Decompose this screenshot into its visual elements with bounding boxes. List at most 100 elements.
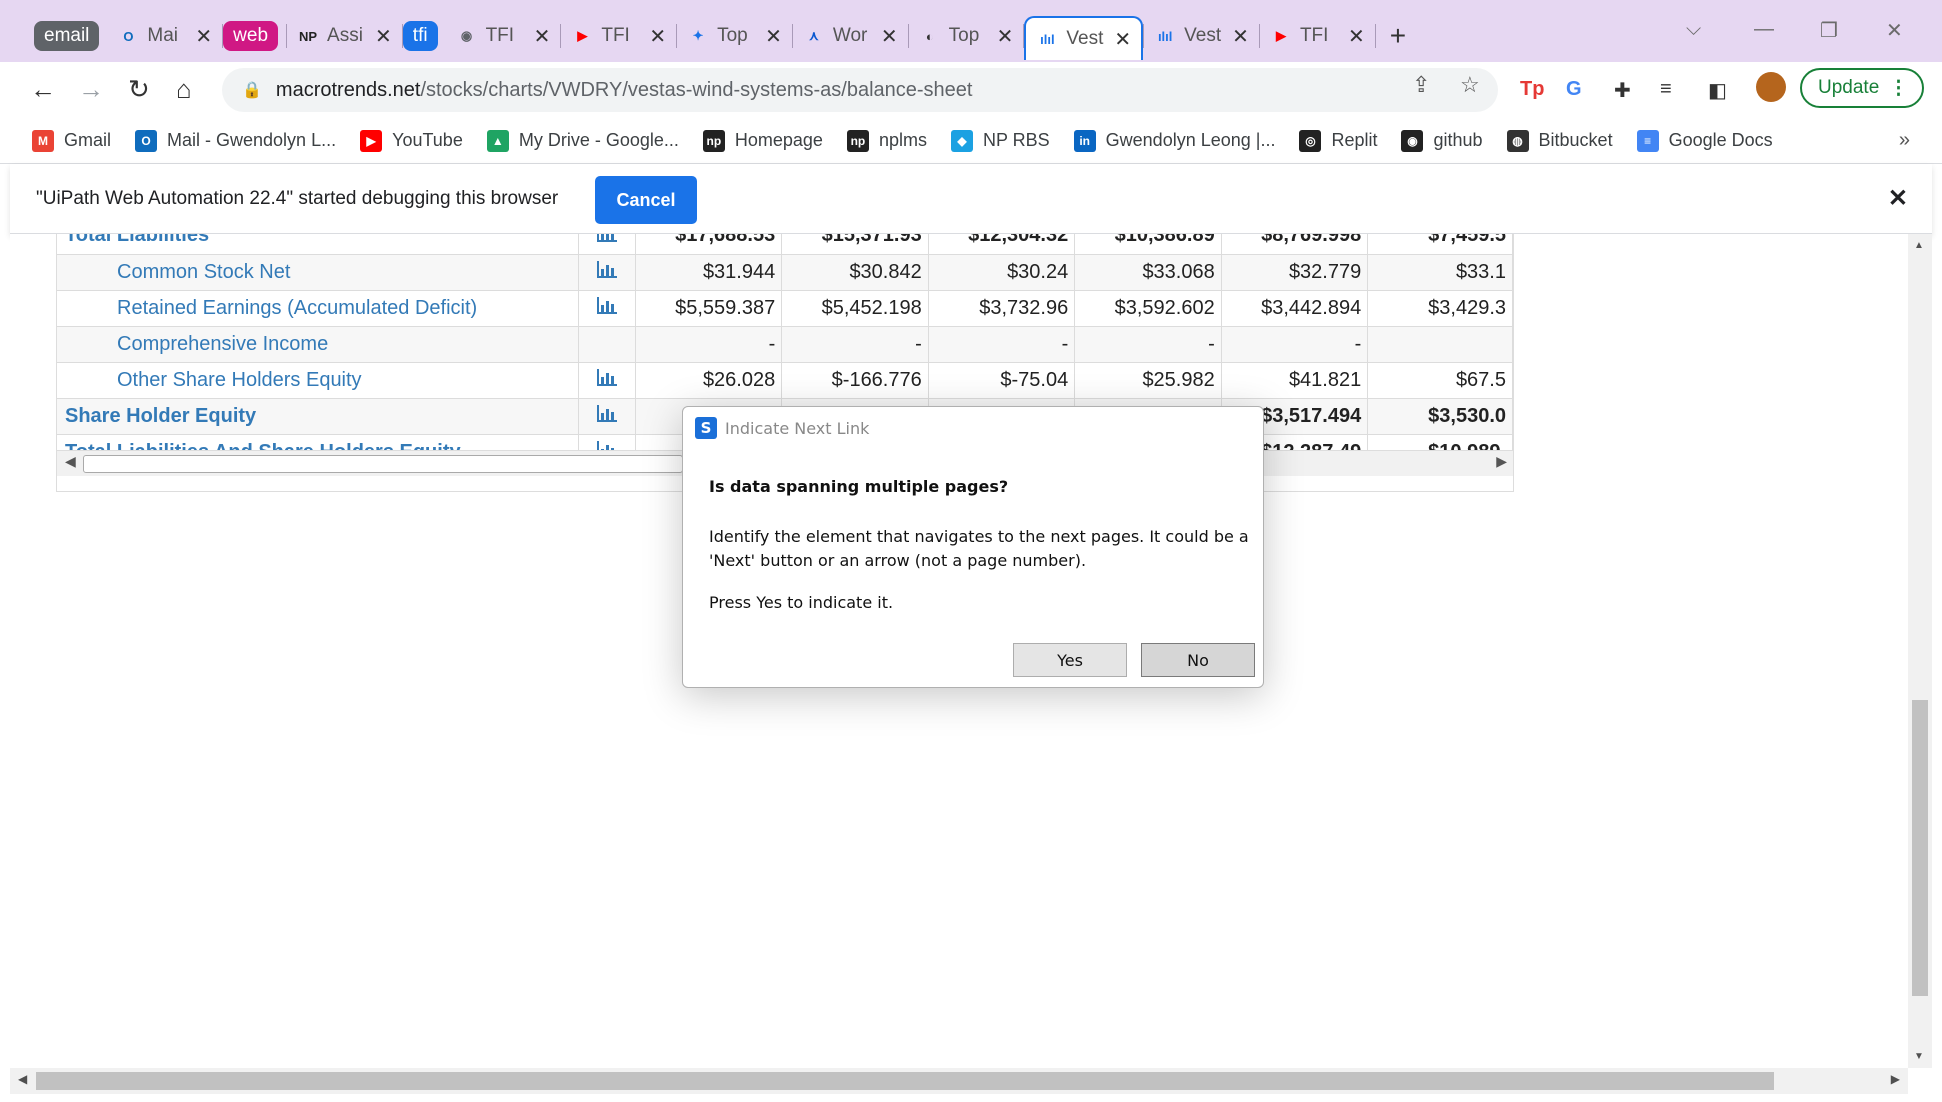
bookmark-item[interactable]: ▶ YouTube — [360, 129, 463, 152]
browser-tab[interactable]: ◉ TFI ✕ — [446, 16, 561, 56]
close-tab-icon[interactable]: ✕ — [649, 24, 666, 49]
bookmark-item[interactable]: ≡ Google Docs — [1636, 129, 1773, 152]
row-label-link[interactable]: Common Stock Net — [57, 254, 579, 291]
scroll-left-icon[interactable]: ◀ — [65, 453, 76, 470]
close-tab-icon[interactable]: ✕ — [1348, 24, 1365, 49]
bar-chart-icon[interactable] — [595, 295, 619, 315]
browser-tab[interactable]: NP Assi ✕ — [287, 16, 402, 56]
browser-tab[interactable]: O Mai ✕ — [107, 16, 222, 56]
bookmark-item[interactable]: ◎ Replit — [1299, 129, 1377, 152]
page-scroll-left-icon[interactable]: ◀ — [18, 1072, 27, 1086]
bookmark-star-icon[interactable]: ☆ — [1460, 72, 1480, 98]
scroll-up-icon[interactable]: ▲ — [1914, 240, 1924, 251]
restore-icon[interactable]: ❐ — [1820, 18, 1838, 43]
row-label-link[interactable]: Share Holder Equity — [57, 398, 579, 435]
table-row: Total Liabilities $17,688.53 $15,371.93 $12… — [57, 234, 1513, 255]
side-panel-icon[interactable]: ◧ — [1708, 78, 1727, 103]
browser-tab[interactable]: ▶ TFI ✕ — [1260, 16, 1375, 56]
close-tab-icon[interactable]: ✕ — [375, 24, 392, 49]
chart-cell — [578, 254, 636, 291]
scroll-down-icon[interactable]: ▼ — [1914, 1051, 1924, 1062]
bar-chart-icon[interactable] — [595, 234, 619, 243]
table-scroll-thumb[interactable] — [83, 455, 683, 473]
row-label-link[interactable]: Total Liabilities — [57, 234, 579, 255]
value-cell: $3,732.96 — [928, 290, 1076, 327]
bookmark-item[interactable]: O Mail - Gwendolyn L... — [135, 129, 336, 152]
close-infobar-icon[interactable]: ✕ — [1888, 184, 1908, 213]
value-cell: - — [1074, 326, 1222, 363]
bar-chart-icon[interactable] — [595, 259, 619, 279]
page-vertical-scrollbar[interactable]: ▲ ▼ — [1908, 234, 1932, 1068]
browser-tab[interactable]: ılıl Vest ✕ — [1024, 16, 1144, 60]
bookmark-item[interactable]: ◍ Bitbucket — [1506, 129, 1613, 152]
close-tab-icon[interactable]: ✕ — [1232, 24, 1249, 49]
bookmark-item[interactable]: ◆ NP RBS — [950, 129, 1050, 152]
no-button[interactable]: No — [1141, 643, 1255, 677]
value-cell: $3,429.3 — [1367, 290, 1513, 327]
tab-group-chip[interactable]: tfi — [402, 21, 438, 51]
bar-chart-icon[interactable] — [595, 403, 619, 423]
bookmark-item[interactable]: np Homepage — [702, 129, 823, 152]
cancel-debugging-button[interactable]: Cancel — [595, 176, 697, 224]
yes-button[interactable]: Yes — [1013, 643, 1127, 677]
minimize-icon[interactable]: — — [1754, 18, 1774, 41]
home-icon[interactable]: ⌂ — [176, 74, 192, 105]
address-bar[interactable]: 🔒 macrotrends.net/stocks/charts/VWDRY/ve… — [222, 68, 1498, 112]
row-label-link[interactable]: Retained Earnings (Accumulated Deficit) — [57, 290, 579, 327]
menu-dots-icon[interactable]: ⋮ — [1889, 77, 1908, 100]
page-horizontal-scrollbar[interactable]: ◀ ▶ — [10, 1068, 1908, 1094]
back-icon[interactable]: ← — [30, 74, 56, 105]
tab-title: Wor — [832, 25, 868, 46]
browser-tab[interactable]: ✦ Top ✕ — [677, 16, 792, 56]
browser-tab[interactable]: ▶ TFI ✕ — [561, 16, 676, 56]
value-cell: $5,559.387 — [635, 290, 783, 327]
value-cell: $3,592.602 — [1074, 290, 1222, 327]
value-cell: $67.5 — [1367, 362, 1513, 399]
row-label-link[interactable]: Comprehensive Income — [57, 326, 579, 363]
scroll-right-icon[interactable]: ▶ — [1496, 453, 1507, 470]
lock-icon[interactable]: 🔒 — [242, 80, 262, 100]
close-tab-icon[interactable]: ✕ — [195, 24, 212, 49]
update-button[interactable]: Update ⋮ — [1800, 68, 1924, 108]
close-tab-icon[interactable]: ✕ — [1114, 27, 1131, 52]
bookmark-item[interactable]: ▲ My Drive - Google... — [486, 129, 679, 152]
forward-icon[interactable]: → — [78, 74, 104, 105]
close-tab-icon[interactable]: ✕ — [997, 24, 1014, 49]
bookmark-label: nplms — [878, 130, 927, 150]
reading-list-icon[interactable]: ≡ — [1660, 78, 1672, 101]
page-vscroll-thumb[interactable] — [1912, 700, 1928, 996]
page-hscroll-thumb[interactable] — [36, 1072, 1774, 1090]
debug-infobar: "UiPath Web Automation 22.4" started deb… — [10, 164, 1932, 234]
tab-group-chip[interactable]: web — [223, 21, 279, 51]
tp-extension-icon[interactable]: Tp — [1520, 78, 1544, 101]
close-window-icon[interactable]: ✕ — [1886, 18, 1903, 43]
tab-group-chip[interactable]: email — [34, 21, 100, 51]
close-tab-icon[interactable]: ✕ — [881, 24, 898, 49]
profile-avatar[interactable] — [1756, 72, 1786, 102]
linkedin-icon: in — [1073, 129, 1096, 152]
bookmark-item[interactable]: M Gmail — [32, 129, 111, 152]
close-tab-icon[interactable]: ✕ — [765, 24, 782, 49]
browser-tab[interactable]: ⋏ Wor ✕ — [793, 16, 908, 56]
tab-title: Vest — [1184, 25, 1222, 46]
row-label-link[interactable]: Other Share Holders Equity — [57, 362, 579, 399]
toolbar: ← → ↻ ⌂ 🔒 macrotrends.net/stocks/charts/… — [0, 62, 1942, 118]
page-scroll-right-icon[interactable]: ▶ — [1891, 1072, 1900, 1086]
translate-extension-icon[interactable]: G — [1566, 78, 1582, 101]
dialog-question: Is data spanning multiple pages? — [709, 477, 1009, 496]
browser-tab[interactable]: ◐ Top ✕ — [909, 16, 1024, 56]
bookmark-item[interactable]: np nplms — [846, 129, 927, 152]
share-icon[interactable]: ⇪ — [1412, 72, 1430, 98]
bookmark-item[interactable]: ◉ github — [1401, 129, 1483, 152]
tab-separator — [1374, 24, 1376, 48]
reload-icon[interactable]: ↻ — [128, 74, 150, 105]
value-cell: $7,459.5 — [1367, 234, 1513, 255]
tab-search-icon[interactable]: ⌵ — [1686, 18, 1701, 41]
extensions-puzzle-icon[interactable]: ✚ — [1614, 78, 1631, 103]
more-bookmarks-icon[interactable]: » — [1899, 129, 1910, 152]
bar-chart-icon[interactable] — [595, 367, 619, 387]
browser-tab[interactable]: ılıl Vest ✕ — [1144, 16, 1259, 56]
close-tab-icon[interactable]: ✕ — [534, 24, 551, 49]
new-tab-icon[interactable]: + — [1390, 20, 1406, 52]
bookmark-item[interactable]: in Gwendolyn Leong |... — [1073, 129, 1275, 152]
